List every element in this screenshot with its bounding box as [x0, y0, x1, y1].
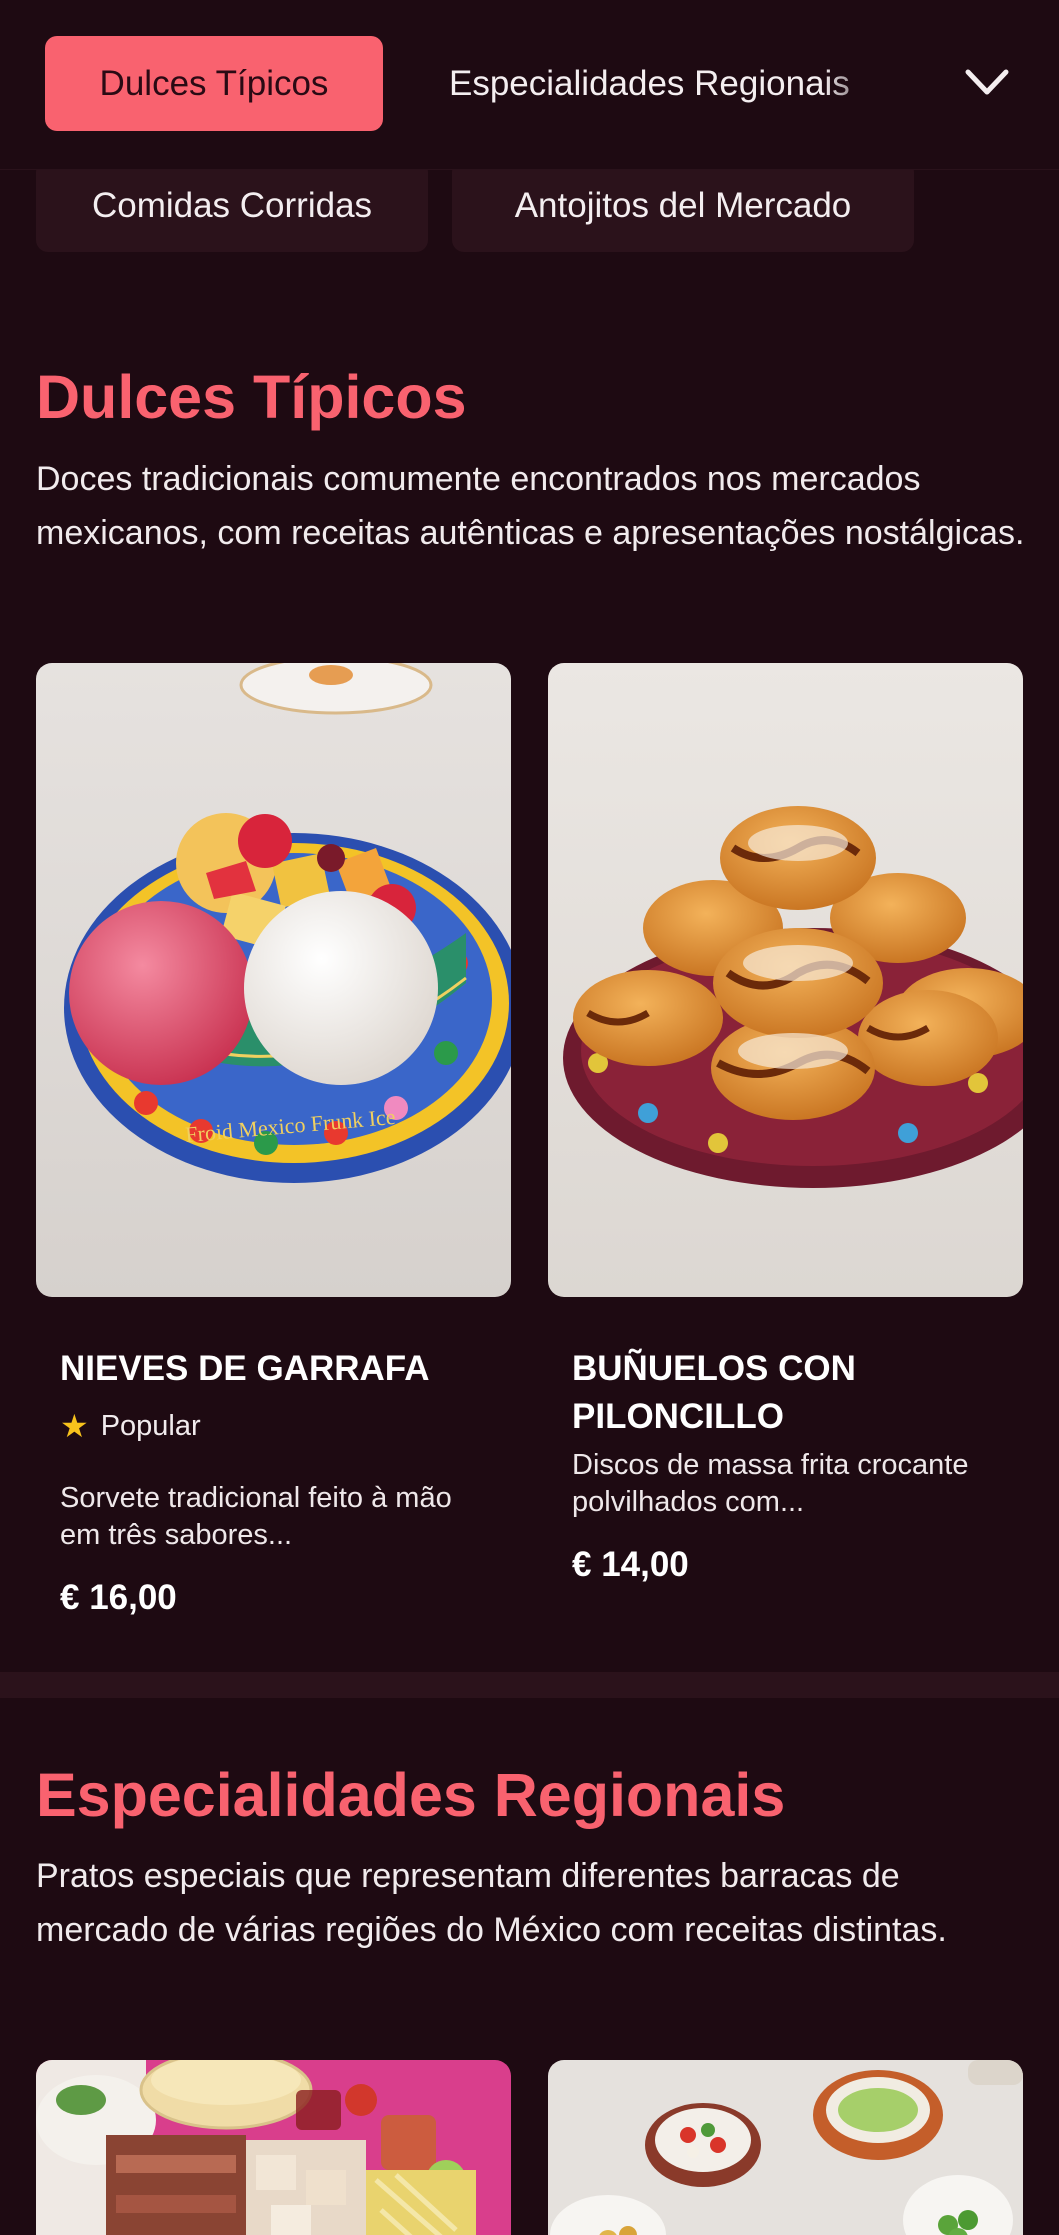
section-description: Doces tradicionais comumente encontrados… [36, 460, 1025, 552]
star-icon: ★ [60, 1408, 89, 1444]
regional-dish-image[interactable] [548, 2060, 1023, 2235]
section-divider [0, 1672, 1059, 1698]
item-price: € 16,00 [60, 1578, 177, 1617]
section-title: Especialidades Regionais [36, 1761, 786, 1829]
popular-badge: ★ Popular [60, 1407, 201, 1445]
tab-dulces-tipicos[interactable]: Dulces Típicos [45, 36, 383, 131]
section-title: Dulces Típicos [36, 363, 467, 431]
category-chip-antojitos-del-mercado[interactable]: Antojitos del Mercado [452, 160, 914, 252]
category-chip-comidas-corridas[interactable]: Comidas Corridas [36, 160, 428, 252]
menu-page: Dulces Típicos Especialidades Regionais … [0, 0, 1059, 2235]
bunuelos-con-piloncillo-image[interactable] [548, 663, 1023, 1297]
nieves-de-garrafa-image[interactable]: Froid Mexico Frunk Ice [36, 663, 511, 1297]
category-nav: Dulces Típicos Especialidades Regionais [0, 0, 1059, 170]
item-price: € 14,00 [572, 1545, 689, 1584]
item-name[interactable]: NIEVES DE GARRAFA [60, 1345, 480, 1393]
regional-dish-image[interactable] [36, 2060, 511, 2235]
section-description: Pratos especiais que representam diferen… [36, 1857, 947, 1949]
chevron-down-icon[interactable] [962, 62, 1012, 102]
tab-especialidades-regionais[interactable]: Especialidades Regionais [449, 36, 889, 131]
item-description: Sorvete tradicional feito à mão em três … [60, 1482, 452, 1551]
item-name[interactable]: BUÑUELOS CON PILONCILLO [572, 1345, 992, 1441]
badge-label: Popular [100, 1409, 201, 1442]
item-description: Discos de massa frita crocante polvilhad… [572, 1449, 969, 1518]
